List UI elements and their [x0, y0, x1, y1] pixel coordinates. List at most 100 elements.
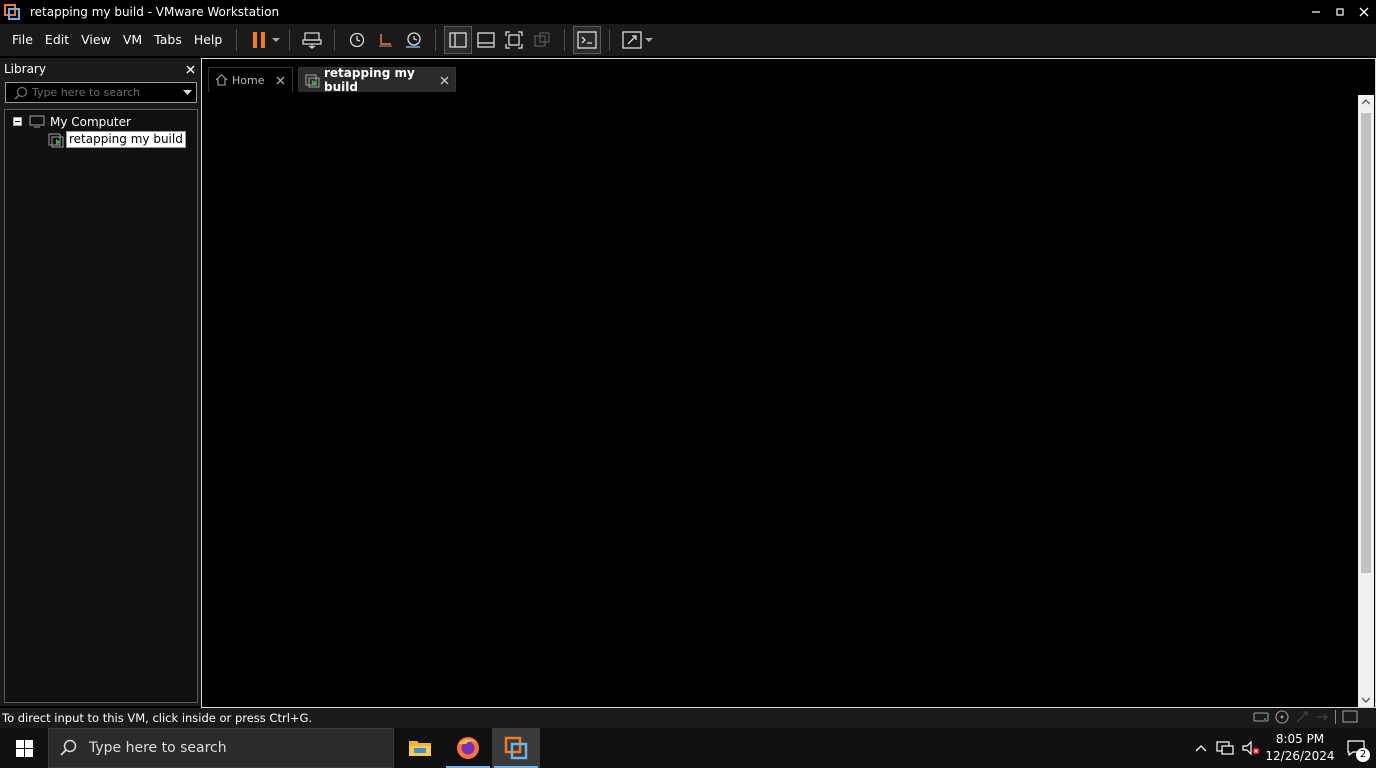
library-title: Library	[4, 62, 46, 76]
taskbar-vmware[interactable]	[492, 728, 540, 768]
tab-label-vm: retapping my build	[324, 66, 415, 94]
take-snapshot-button[interactable]	[343, 26, 371, 54]
tab-vm[interactable]: retapping my build	[298, 66, 456, 94]
search-icon	[6, 86, 28, 100]
revert-snapshot-icon	[376, 31, 394, 49]
close-tab-vm-button[interactable]	[440, 76, 449, 85]
library-panel: Library My Computer retapping my build	[0, 58, 201, 706]
thumbnail-bar-button[interactable]	[472, 26, 500, 54]
show-library-button[interactable]	[444, 26, 473, 54]
menu-edit[interactable]: Edit	[39, 28, 75, 52]
toolbar-divider	[334, 29, 336, 51]
vm-running-icon	[48, 132, 64, 148]
show-library-icon	[449, 31, 467, 49]
tree-label-my-computer: My Computer	[50, 114, 131, 129]
firefox-icon	[456, 736, 480, 760]
library-tree: My Computer retapping my build	[4, 109, 198, 703]
close-tab-home-button[interactable]	[276, 76, 285, 85]
restore-button[interactable]	[1328, 0, 1352, 24]
clock-time: 8:05 PM	[1275, 732, 1325, 746]
tab-home[interactable]: Home	[208, 67, 293, 92]
home-icon	[215, 74, 228, 86]
vertical-scrollbar[interactable]	[1358, 95, 1374, 707]
chevron-down-icon	[183, 89, 192, 96]
action-center-button[interactable]: 2	[1336, 728, 1376, 768]
chevron-up-icon	[1195, 744, 1207, 752]
tree-node-vm[interactable]: retapping my build	[48, 131, 186, 148]
send-ctrl-alt-del-icon	[302, 31, 322, 49]
taskbar-search[interactable]: Type here to search	[48, 728, 394, 768]
tree-label-vm: retapping my build	[66, 131, 186, 148]
show-hidden-icons-button[interactable]	[1190, 744, 1212, 752]
menu-view[interactable]: View	[75, 28, 117, 52]
close-icon	[440, 76, 449, 85]
unity-button[interactable]	[528, 26, 556, 54]
clock-date: 12/26/2024	[1265, 749, 1335, 763]
console-view-button[interactable]	[573, 26, 602, 54]
toolbar-divider	[236, 29, 238, 51]
search-dropdown[interactable]	[179, 89, 196, 96]
close-icon	[276, 76, 285, 85]
pause-icon	[251, 31, 267, 49]
power-dropdown[interactable]	[271, 26, 281, 54]
start-button[interactable]	[0, 728, 48, 768]
taskbar: Type here to search 8:05 PM 12/26/2024 2	[0, 728, 1376, 768]
notification-badge: 2	[1356, 748, 1370, 762]
chevron-down-icon	[272, 37, 281, 43]
toolbar-divider	[564, 29, 566, 51]
chevron-up-icon[interactable]	[1362, 99, 1370, 105]
vm-console-screen[interactable]	[202, 95, 1358, 707]
full-screen-icon	[505, 31, 523, 49]
network-adapter-icon[interactable]	[1295, 710, 1309, 724]
pause-button[interactable]	[245, 26, 273, 54]
taskbar-firefox[interactable]	[444, 728, 492, 768]
library-search-input[interactable]	[28, 83, 179, 102]
tab-strip: Home retapping my build	[202, 59, 1375, 94]
vm-running-icon	[305, 73, 320, 88]
toolbar-divider	[609, 29, 611, 51]
menu-vm[interactable]: VM	[117, 28, 148, 52]
taskbar-file-explorer[interactable]	[396, 728, 444, 768]
computer-icon	[29, 115, 45, 128]
library-search	[5, 82, 197, 103]
full-screen-button[interactable]	[500, 26, 528, 54]
chevron-down-icon[interactable]	[1362, 697, 1370, 703]
search-icon	[59, 739, 77, 757]
revert-snapshot-button[interactable]	[371, 26, 399, 54]
volume-muted-icon[interactable]	[1238, 740, 1264, 756]
hard-disk-icon[interactable]	[1253, 710, 1269, 724]
snapshot-icon	[348, 31, 366, 49]
snapshot-manager-button[interactable]	[399, 26, 427, 54]
message-log-icon[interactable]	[1342, 710, 1358, 724]
network-icon[interactable]	[1212, 740, 1238, 756]
window-title: retapping my build - VMware Workstation	[30, 5, 280, 19]
taskbar-search-placeholder: Type here to search	[89, 740, 227, 756]
windows-logo-icon	[15, 739, 33, 757]
minimize-button[interactable]	[1304, 0, 1328, 24]
send-ctrl-alt-del-button[interactable]	[298, 26, 326, 54]
stretch-dropdown[interactable]	[644, 26, 654, 54]
collapse-icon[interactable]	[13, 117, 22, 126]
menu-tabs[interactable]: Tabs	[148, 28, 188, 52]
snapshot-manager-icon	[404, 31, 422, 49]
tree-node-my-computer[interactable]: My Computer	[13, 113, 131, 130]
thumbnail-bar-icon	[477, 31, 495, 49]
scrollbar-thumb[interactable]	[1361, 113, 1371, 573]
chevron-down-icon	[645, 37, 654, 43]
file-explorer-icon	[408, 738, 432, 758]
stretch-guest-button[interactable]	[618, 26, 646, 54]
close-window-button[interactable]	[1352, 0, 1376, 24]
status-bar: To direct input to this VM, click inside…	[0, 708, 1376, 728]
status-message: To direct input to this VM, click inside…	[2, 711, 313, 725]
menu-file[interactable]: File	[6, 28, 39, 52]
usb-icon[interactable]	[1315, 710, 1329, 724]
toolbar-divider	[435, 29, 437, 51]
vmware-workstation-icon	[504, 736, 528, 760]
unity-icon	[533, 31, 551, 49]
close-library-button[interactable]	[186, 65, 195, 74]
cd-dvd-icon[interactable]	[1275, 710, 1289, 724]
clock[interactable]: 8:05 PM 12/26/2024	[1264, 731, 1336, 765]
vmware-logo-icon	[4, 4, 20, 20]
menu-help[interactable]: Help	[188, 28, 229, 52]
status-divider	[1335, 710, 1336, 724]
